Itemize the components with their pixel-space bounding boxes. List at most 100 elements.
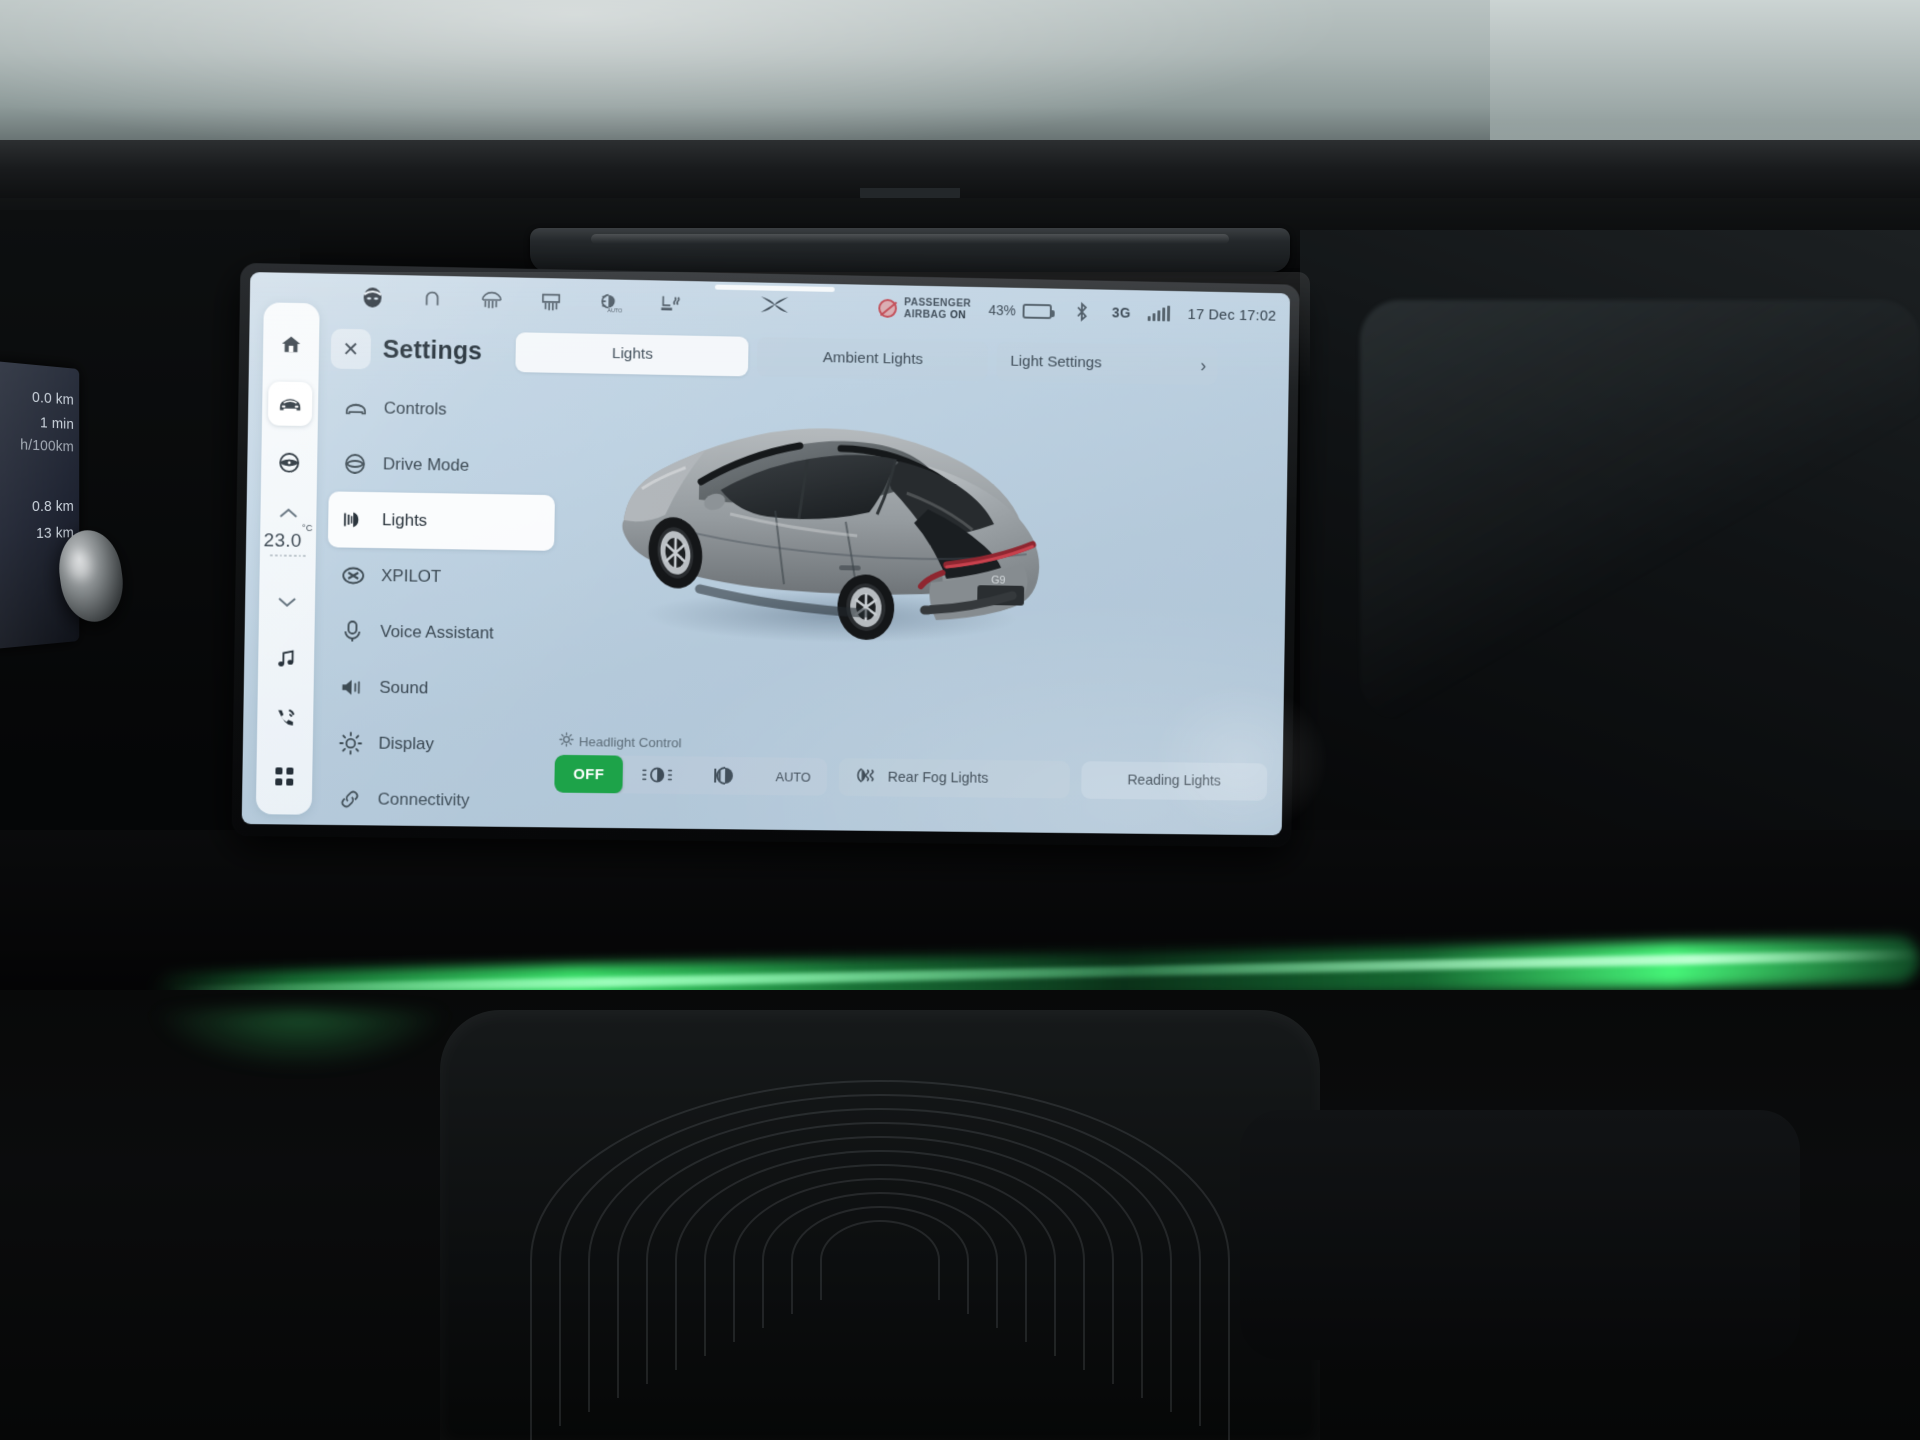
lights-buttons-row: OFF AUTO Rear Fog Lights Reading Lights bbox=[554, 754, 1268, 801]
airbag-off-icon bbox=[878, 298, 898, 318]
menu-item-controls[interactable]: Controls bbox=[330, 380, 557, 440]
settings-menu: Controls Drive Mode Lights XPILOT Voice … bbox=[324, 370, 557, 810]
menu-item-drive-mode[interactable]: Drive Mode bbox=[329, 435, 556, 495]
headlight-mode-off[interactable]: OFF bbox=[554, 754, 624, 794]
rear-fog-lights-button[interactable]: Rear Fog Lights bbox=[838, 758, 1070, 799]
screen-surface[interactable]: AUTO PASSENGER AIRBAG ON 43% 3G 17 Dec 1… bbox=[241, 272, 1291, 836]
cluster-row: 0.8 km bbox=[32, 497, 74, 516]
temperature-unit: °C bbox=[301, 523, 313, 534]
instrument-cluster: 0.0 km 1 min h/100km 0.8 km 13 km bbox=[0, 360, 80, 650]
clock: 17 Dec 17:02 bbox=[1187, 305, 1277, 325]
headlight-icon bbox=[342, 508, 366, 532]
temp-down-button[interactable] bbox=[277, 589, 297, 615]
menu-item-label: Controls bbox=[383, 398, 447, 419]
dash-speaker-grille bbox=[530, 228, 1290, 272]
temperature-scale bbox=[269, 553, 306, 559]
sidebar-item-driving[interactable] bbox=[267, 441, 312, 485]
profile-avatar-icon[interactable] bbox=[359, 284, 385, 310]
network-type: 3G bbox=[1111, 304, 1131, 321]
headlight-mode-low-beam[interactable] bbox=[691, 756, 760, 794]
headlight-mode-segmented-control[interactable]: OFF AUTO bbox=[554, 754, 828, 796]
temperature-value[interactable]: 23.0°C bbox=[263, 523, 312, 553]
menu-item-sound[interactable]: Sound bbox=[325, 659, 552, 718]
reading-lights-button[interactable]: Reading Lights bbox=[1080, 761, 1268, 801]
menu-item-label: Voice Assistant bbox=[380, 621, 494, 643]
microphone-icon bbox=[340, 619, 364, 643]
seat-heating-icon[interactable] bbox=[656, 290, 682, 316]
console-rib bbox=[820, 1220, 940, 1300]
speaker-icon bbox=[339, 675, 363, 699]
connectivity-icon bbox=[338, 787, 362, 811]
menu-item-label: Lights bbox=[381, 510, 428, 530]
menu-item-label: Connectivity bbox=[377, 789, 470, 810]
headlight-mode-auto[interactable]: AUTO bbox=[759, 757, 827, 795]
sun-headlight-icon bbox=[559, 732, 574, 750]
console-right-slot bbox=[1240, 1110, 1800, 1360]
headlight-control-text: Headlight Control bbox=[578, 733, 682, 750]
svg-text:AUTO: AUTO bbox=[607, 308, 622, 313]
tab-ambient-lights[interactable]: Ambient Lights bbox=[757, 336, 989, 381]
rear-fog-light-icon bbox=[854, 766, 878, 788]
menu-item-xpilot[interactable]: XPILOT bbox=[327, 547, 554, 606]
airbag-line-2: AIRBAG ON bbox=[903, 308, 967, 322]
menu-item-label: Display bbox=[378, 733, 435, 754]
sidebar-item-apps[interactable] bbox=[262, 755, 307, 799]
pull-down-handle[interactable] bbox=[714, 284, 835, 292]
menu-item-label: Drive Mode bbox=[382, 454, 470, 475]
sidebar-item-phone[interactable] bbox=[263, 696, 308, 740]
console-ambient-glow bbox=[150, 1010, 450, 1070]
temp-up-button[interactable] bbox=[278, 500, 298, 526]
drive-mode-icon bbox=[343, 452, 367, 476]
battery-indicator: 43% bbox=[988, 302, 1052, 319]
passenger-airbag-indicator: PASSENGER AIRBAG ON bbox=[878, 296, 971, 322]
status-bar-right: PASSENGER AIRBAG ON 43% 3G 17 Dec 17:02 bbox=[878, 295, 1276, 329]
sidebar-item-home[interactable] bbox=[269, 322, 314, 366]
car-front-icon bbox=[344, 396, 368, 420]
front-defrost-icon[interactable] bbox=[538, 288, 564, 314]
page-title: Settings bbox=[382, 335, 483, 365]
menu-item-voice-assistant[interactable]: Voice Assistant bbox=[326, 603, 553, 662]
rear-defrost-icon[interactable] bbox=[479, 287, 505, 313]
xpilot-icon bbox=[341, 563, 365, 587]
left-dock-rail: 23.0°C bbox=[255, 302, 320, 815]
temperature-number: 23.0 bbox=[263, 529, 302, 552]
dash-right-highlight bbox=[1360, 300, 1920, 720]
auto-headlight-icon[interactable]: AUTO bbox=[597, 289, 623, 315]
battery-percent: 43% bbox=[988, 302, 1017, 319]
menu-item-label: Sound bbox=[379, 677, 429, 698]
headlight-mode-position[interactable] bbox=[623, 756, 692, 795]
chevron-right-icon: › bbox=[1200, 355, 1207, 375]
menu-item-display[interactable]: Display bbox=[324, 715, 551, 774]
headrest-icon[interactable] bbox=[419, 286, 445, 312]
menu-item-lights[interactable]: Lights bbox=[327, 491, 555, 551]
sidebar-item-media[interactable] bbox=[264, 636, 309, 680]
settings-page: ✕ Settings Lights Ambient Lights Light S… bbox=[324, 328, 1278, 828]
airbag-text: PASSENGER AIRBAG ON bbox=[904, 296, 971, 321]
tab-lights[interactable]: Lights bbox=[515, 332, 749, 377]
menu-item-connectivity[interactable]: Connectivity bbox=[323, 771, 550, 829]
vehicle-badge: G9 bbox=[991, 575, 1005, 587]
brightness-icon bbox=[339, 731, 363, 755]
rear-fog-lights-label: Rear Fog Lights bbox=[887, 769, 989, 787]
cluster-row: 0.0 km bbox=[32, 388, 74, 409]
xpeng-x-logo bbox=[760, 293, 790, 320]
signal-strength-icon bbox=[1147, 305, 1171, 321]
menu-item-label: XPILOT bbox=[381, 566, 442, 586]
battery-icon bbox=[1022, 303, 1052, 319]
airbag-state: ON bbox=[949, 309, 967, 322]
lights-controls: Headlight Control OFF AUTO Rear Fog Ligh… bbox=[554, 732, 1268, 818]
vehicle-render: G9 bbox=[621, 424, 1073, 645]
tab-light-settings-label: Light Settings bbox=[1010, 352, 1102, 372]
close-button[interactable]: ✕ bbox=[330, 328, 372, 370]
center-infotainment-display[interactable]: AUTO PASSENGER AIRBAG ON 43% 3G 17 Dec 1… bbox=[231, 262, 1300, 848]
cluster-row: h/100km bbox=[20, 436, 74, 456]
tab-light-settings[interactable]: Light Settings › bbox=[996, 341, 1219, 386]
console-ribs bbox=[440, 1010, 1320, 1440]
windshield-right bbox=[1490, 0, 1920, 152]
status-bar-quick-icons: AUTO bbox=[359, 284, 682, 316]
sidebar-item-vehicle[interactable] bbox=[267, 381, 313, 426]
cluster-row: 1 min bbox=[39, 414, 74, 433]
bluetooth-icon[interactable] bbox=[1069, 299, 1095, 325]
console-tray bbox=[440, 1010, 1320, 1440]
reading-lights-label: Reading Lights bbox=[1127, 772, 1222, 790]
